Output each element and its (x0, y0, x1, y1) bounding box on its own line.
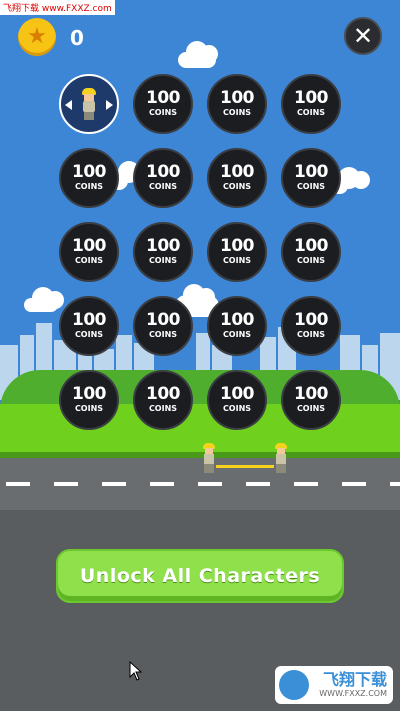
road-dash (390, 482, 400, 486)
character-slot-locked[interactable]: 100 COINS (207, 222, 267, 282)
watermark-logo-icon (279, 670, 309, 700)
road-dash (102, 482, 126, 486)
slot-price-unit: COINS (296, 182, 326, 191)
coin-count: 0 (70, 26, 84, 50)
character-slot-locked[interactable]: 100 COINS (207, 74, 267, 134)
slot-price: 100 (146, 236, 181, 256)
slot-price: 100 (294, 310, 329, 330)
slot-price-unit: COINS (74, 330, 104, 339)
character-slot-locked[interactable]: 100 COINS (59, 370, 119, 430)
slot-price: 100 (146, 310, 181, 330)
arrow-right-icon (106, 100, 113, 110)
close-icon: ✕ (352, 22, 374, 50)
slot-price-unit: COINS (222, 404, 252, 413)
watermark-brand: 飞翔下载 (322, 670, 387, 689)
slot-price: 100 (72, 384, 107, 404)
slot-price-unit: COINS (296, 330, 326, 339)
slot-price: 100 (294, 384, 329, 404)
slot-price-unit: COINS (222, 108, 252, 117)
character-slot-locked[interactable]: 100 COINS (281, 222, 341, 282)
character-slot-locked[interactable]: 100 COINS (133, 296, 193, 356)
slot-price: 100 (220, 162, 255, 182)
slot-price-unit: COINS (74, 404, 104, 413)
slot-price: 100 (294, 88, 329, 108)
slot-price: 100 (220, 236, 255, 256)
slot-price-unit: COINS (148, 256, 178, 265)
slot-price-unit: COINS (148, 330, 178, 339)
slot-price-unit: COINS (148, 404, 178, 413)
character-slot-locked[interactable]: 100 COINS (59, 222, 119, 282)
slot-price: 100 (294, 236, 329, 256)
road-dash (246, 482, 270, 486)
slot-price-unit: COINS (148, 182, 178, 191)
cloud (178, 41, 218, 68)
character-slot-locked[interactable]: 100 COINS (281, 370, 341, 430)
character-slot-locked[interactable]: 100 COINS (133, 74, 193, 134)
character-slot-locked[interactable]: 100 COINS (207, 296, 267, 356)
character-icon (80, 88, 98, 120)
road-dash (54, 482, 78, 486)
slot-price-unit: COINS (296, 404, 326, 413)
character-slot-locked[interactable]: 100 COINS (59, 296, 119, 356)
character-slot-locked[interactable]: 100 COINS (281, 74, 341, 134)
watermark-url: WWW.FXXZ.COM (319, 689, 387, 698)
slot-price-unit: COINS (222, 256, 252, 265)
slot-price: 100 (146, 162, 181, 182)
road-dash (150, 482, 174, 486)
slot-price: 100 (146, 88, 181, 108)
character-slot-locked[interactable]: 100 COINS (281, 148, 341, 208)
character-slot-locked[interactable]: 100 COINS (133, 370, 193, 430)
road-dash (6, 482, 30, 486)
grass (0, 404, 400, 456)
character-slot-locked[interactable]: 100 COINS (207, 370, 267, 430)
slot-price-unit: COINS (222, 182, 252, 191)
road-dash (294, 482, 318, 486)
mouse-cursor-icon (129, 661, 143, 681)
watermark-bottom-right: 飞翔下载 WWW.FXXZ.COM (275, 666, 393, 704)
watermark-top: 飞翔下载 www.FXXZ.com (0, 0, 115, 15)
character-slot-locked[interactable]: 100 COINS (133, 222, 193, 282)
character-slot-locked[interactable]: 100 COINS (59, 148, 119, 208)
star-icon: ★ (27, 24, 47, 49)
character-slot-selected[interactable] (59, 74, 119, 134)
arrow-left-icon (65, 100, 72, 110)
runner-character-left (201, 443, 217, 473)
slot-price-unit: COINS (296, 108, 326, 117)
slot-price: 100 (146, 384, 181, 404)
slot-price: 100 (220, 88, 255, 108)
unlock-all-button[interactable]: Unlock All Characters (56, 549, 344, 603)
slot-price-unit: COINS (74, 256, 104, 265)
close-button[interactable]: ✕ (344, 17, 382, 55)
slot-price: 100 (72, 236, 107, 256)
runner-character-right (273, 443, 289, 473)
coin-icon: ★ (18, 18, 56, 56)
game-scene: 飞翔下载 www.FXXZ.com ★ 0 ✕ 100 COINS 100 COINS… (0, 0, 400, 711)
character-slot-locked[interactable]: 100 COINS (207, 148, 267, 208)
road-dash (198, 482, 222, 486)
slot-price-unit: COINS (74, 182, 104, 191)
slot-price-unit: COINS (296, 256, 326, 265)
slot-price: 100 (294, 162, 329, 182)
character-slot-locked[interactable]: 100 COINS (281, 296, 341, 356)
slot-price-unit: COINS (222, 330, 252, 339)
slot-price: 100 (72, 162, 107, 182)
slot-price: 100 (220, 310, 255, 330)
slot-price: 100 (220, 384, 255, 404)
slot-price: 100 (72, 310, 107, 330)
rope (216, 465, 274, 468)
slot-price-unit: COINS (148, 108, 178, 117)
road-dash (342, 482, 366, 486)
character-slot-locked[interactable]: 100 COINS (133, 148, 193, 208)
